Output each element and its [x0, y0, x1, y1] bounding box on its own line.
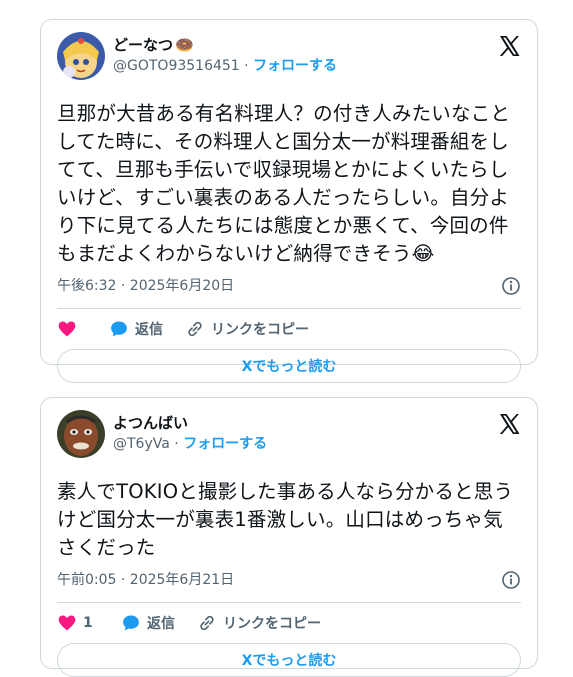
info-icon[interactable]	[501, 276, 521, 296]
handle[interactable]: @T6yVa	[113, 436, 170, 452]
timestamp[interactable]: 午後6:32 · 2025年6月20日	[57, 278, 234, 294]
post-text: 旦那が大昔ある有名料理人？の付き人みたいなこと してた時に、その料理人と国分太一…	[57, 102, 511, 265]
reply-bubble-icon	[111, 321, 127, 337]
action-bar: 1 返信 リンクをコピー	[57, 603, 521, 643]
copy-link-label: リンクをコピー	[223, 616, 321, 632]
display-name-text[interactable]: どーなつ	[113, 35, 173, 55]
reply-button[interactable]: 返信	[121, 613, 175, 633]
like-button[interactable]: 1	[57, 613, 115, 633]
avatar[interactable]	[57, 410, 105, 458]
follow-button[interactable]: フォローする	[253, 58, 337, 74]
display-name-text[interactable]: よつんばい	[113, 413, 188, 433]
like-count: 1	[83, 615, 93, 631]
copy-link-button[interactable]: リンクをコピー	[185, 319, 309, 339]
display-name[interactable]: よつんばい	[113, 413, 267, 433]
heart-icon	[58, 615, 76, 631]
post-header: どーなつ 🍩 @GOTO93516451 · フォローする	[57, 32, 521, 84]
read-more-button[interactable]: Xでもっと読む	[57, 643, 521, 677]
copy-link-label: リンクをコピー	[211, 322, 309, 338]
display-name[interactable]: どーなつ 🍩	[113, 35, 337, 55]
x-logo-icon[interactable]	[497, 412, 521, 436]
read-more-button[interactable]: Xでもっと読む	[57, 349, 521, 383]
copy-link-button[interactable]: リンクをコピー	[197, 613, 321, 633]
action-bar: 返信 リンクをコピー	[57, 309, 521, 349]
like-button[interactable]	[57, 319, 109, 339]
separator-dot: ·	[174, 436, 184, 452]
separator-dot: ·	[244, 58, 254, 74]
post-header: よつんばい @T6yVa · フォローする	[57, 410, 521, 462]
reply-button[interactable]: 返信	[109, 319, 163, 339]
link-icon	[188, 321, 202, 337]
follow-button[interactable]: フォローする	[183, 436, 267, 452]
x-logo-icon[interactable]	[497, 34, 521, 58]
avatar[interactable]	[57, 32, 105, 80]
timestamp[interactable]: 午前0:05 · 2025年6月21日	[57, 572, 234, 588]
post-card: よつんばい @T6yVa · フォローする 素人でTOKIOと撮影した事ある人な…	[40, 397, 538, 677]
handle[interactable]: @GOTO93516451	[113, 58, 240, 74]
reply-label: 返信	[147, 616, 175, 632]
doughnut-emoji: 🍩	[175, 36, 194, 54]
post-text: 素人でTOKIOと撮影した事ある人なら分かると思う けど国分太一が裏表1番激しい…	[57, 480, 514, 559]
info-icon[interactable]	[501, 570, 521, 590]
heart-icon	[58, 321, 76, 337]
reply-label: 返信	[135, 322, 163, 338]
reply-bubble-icon	[123, 615, 139, 631]
link-icon	[200, 615, 214, 631]
post-card: どーなつ 🍩 @GOTO93516451 · フォローする 旦那が大昔ある有名料…	[40, 19, 538, 383]
